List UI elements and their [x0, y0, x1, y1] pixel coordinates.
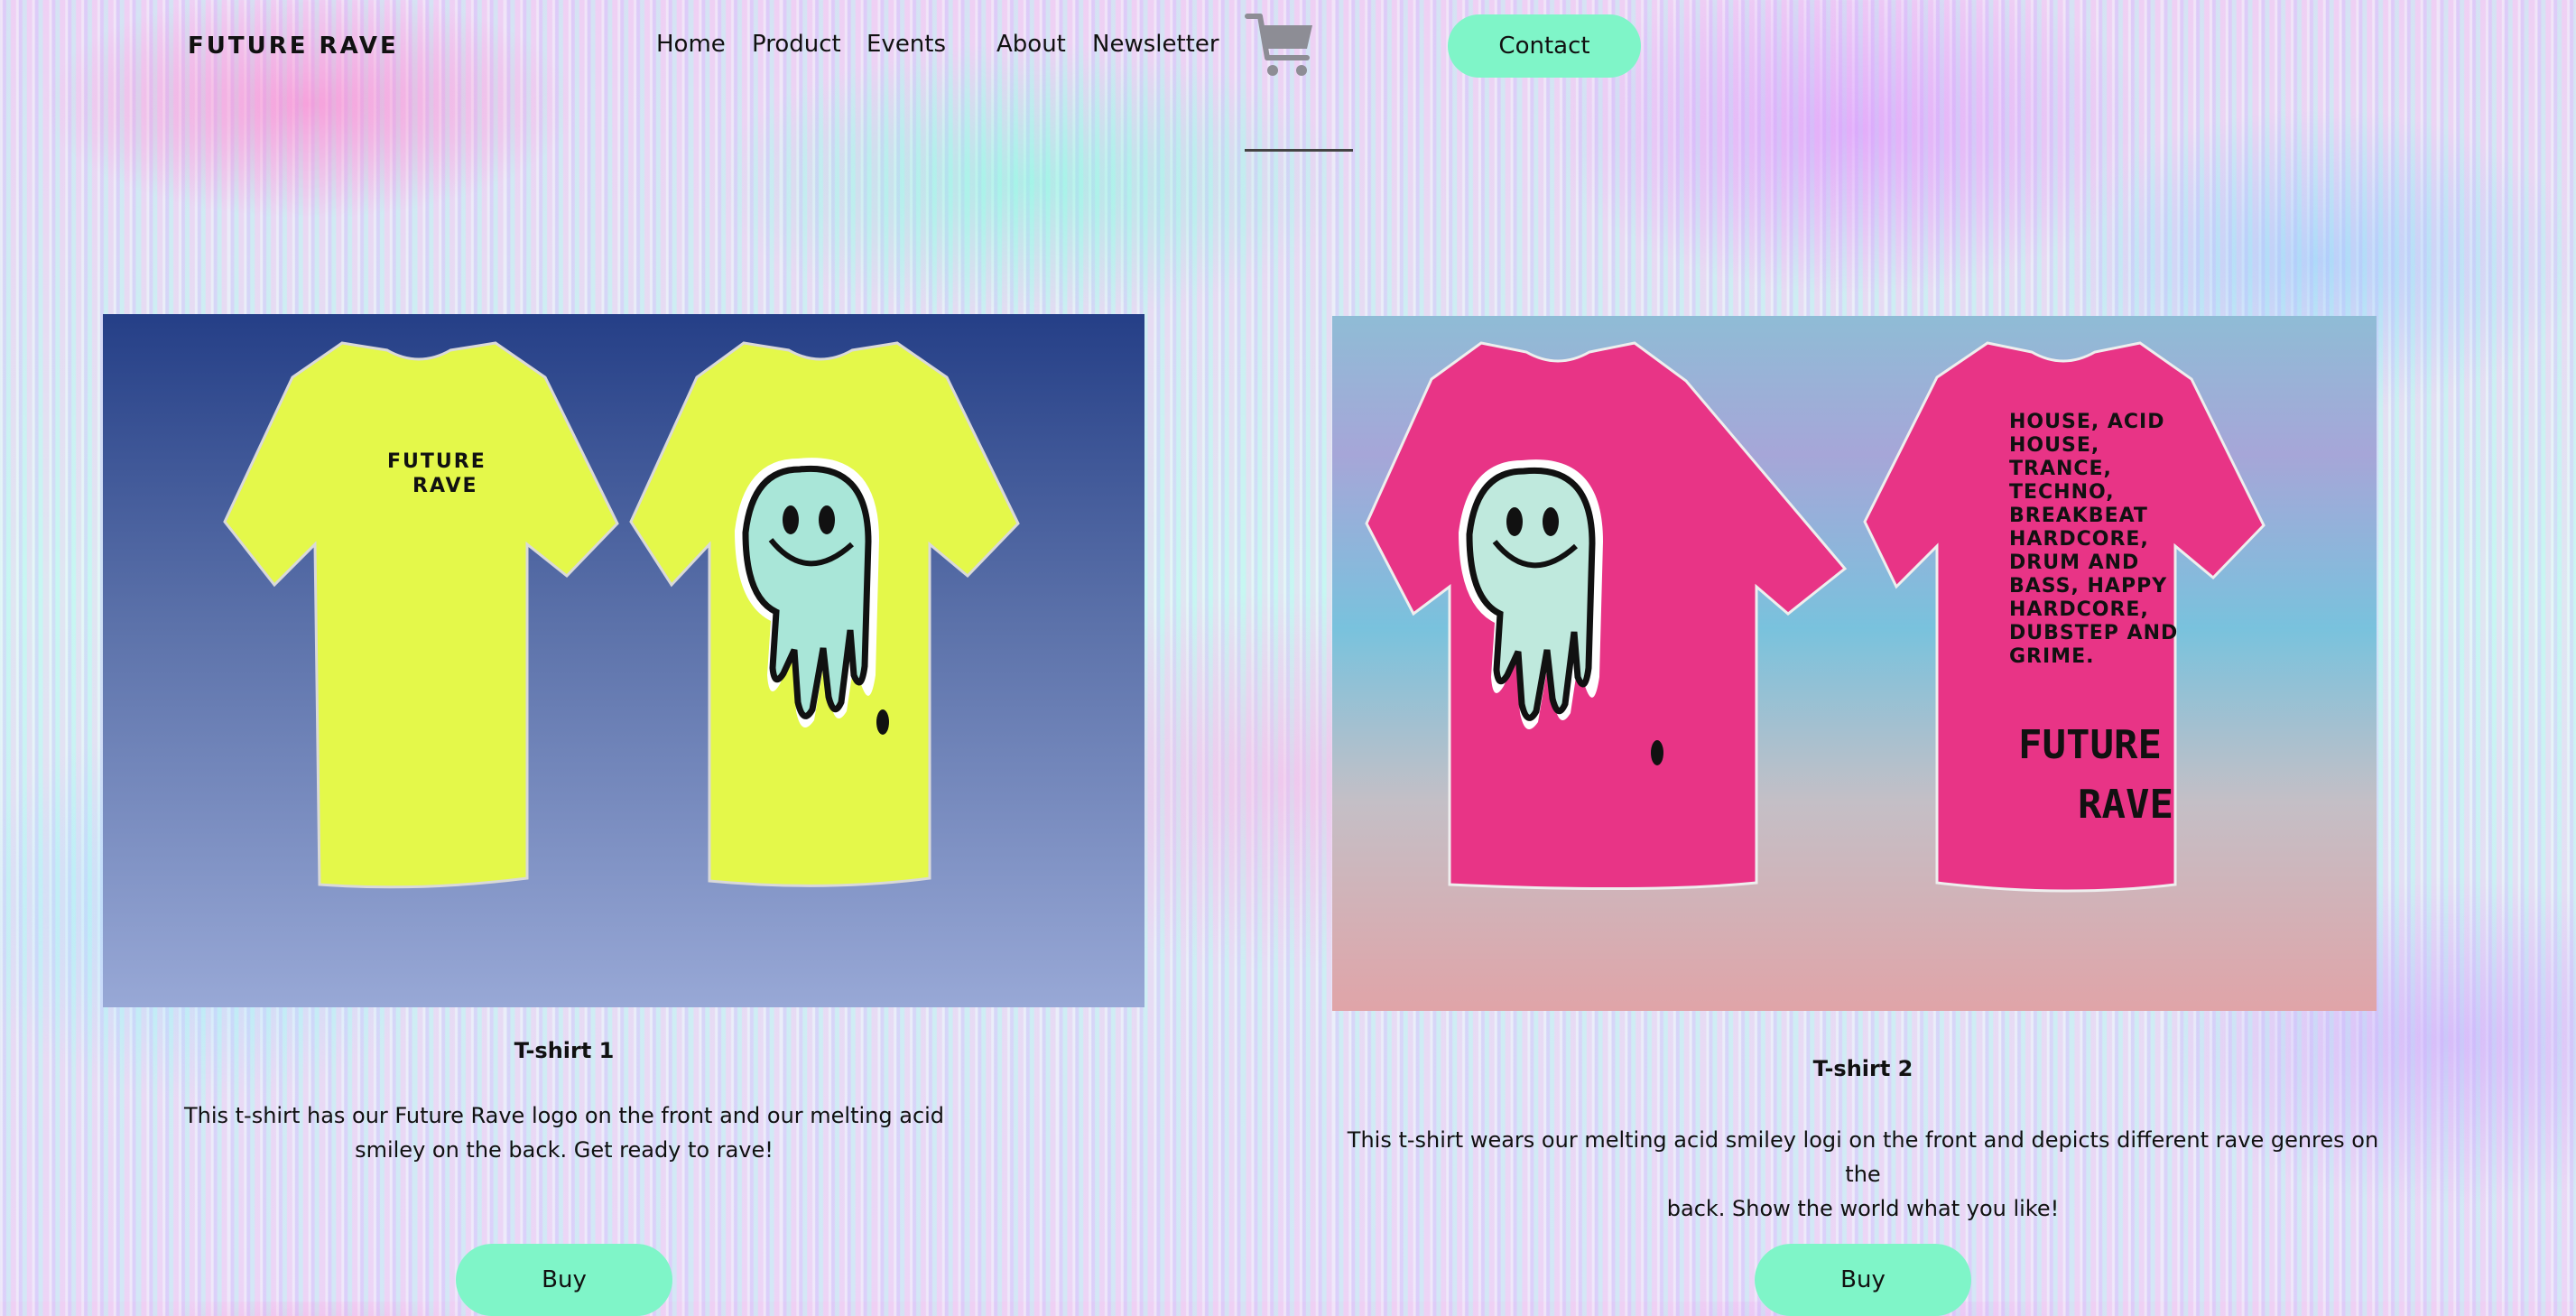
svg-text:DRUM AND: DRUM AND [2009, 551, 2139, 574]
svg-text:HARDCORE,: HARDCORE, [2009, 598, 2149, 621]
svg-text:GRIME.: GRIME. [2009, 645, 2094, 668]
top-nav: FUTURE RAVE Home Product Events About Ne… [0, 0, 2576, 90]
svg-text:HOUSE,: HOUSE, [2009, 434, 2099, 457]
product-description-1-line2: smiley on the back. Get ready to rave! [355, 1137, 774, 1163]
front-print-line1: FUTURE [387, 450, 486, 473]
svg-text:TRANCE,: TRANCE, [2009, 458, 2112, 480]
svg-text:TECHNO,: TECHNO, [2009, 481, 2115, 504]
product-description-1-line1: This t-shirt has our Future Rave logo on… [183, 1103, 945, 1128]
tshirt-front [1365, 341, 1848, 891]
product-description-2-line2: back. Show the world what you like! [1666, 1196, 2060, 1221]
product-description-2: This t-shirt wears our melting acid smil… [1332, 1123, 2394, 1226]
brand-logo[interactable]: FUTURE RAVE [188, 32, 399, 60]
cart-underline [1245, 149, 1353, 152]
nav-home[interactable]: Home [656, 31, 726, 58]
product-title-1: T-shirt 1 [514, 1038, 615, 1063]
nav-about[interactable]: About [996, 31, 1066, 58]
back-logo-line2: RAVE [2078, 782, 2173, 828]
svg-text:BASS, HAPPY: BASS, HAPPY [2009, 575, 2167, 598]
tshirt-front [223, 341, 619, 889]
svg-text:DUBSTEP AND: DUBSTEP AND [2009, 622, 2178, 644]
buy-button-1[interactable]: Buy [456, 1244, 672, 1316]
shopping-cart-icon[interactable] [1244, 11, 1316, 79]
product-description-2-line1: This t-shirt wears our melting acid smil… [1347, 1127, 2379, 1187]
svg-text:HOUSE, ACID: HOUSE, ACID [2009, 411, 2165, 433]
product-image-1[interactable]: FUTURE RAVE [103, 314, 1144, 1007]
svg-text:BREAKBEAT: BREAKBEAT [2009, 505, 2148, 527]
product-description-1: This t-shirt has our Future Rave logo on… [103, 1098, 1025, 1167]
back-logo-line1: FUTURE [2018, 722, 2162, 768]
product-title-2: T-shirt 2 [1812, 1056, 1913, 1081]
front-print-line2: RAVE [412, 475, 478, 497]
product-image-2[interactable]: HOUSE, ACID HOUSE, TRANCE, TECHNO, BREAK… [1332, 316, 2377, 1011]
buy-button-2[interactable]: Buy [1755, 1244, 1971, 1316]
svg-text:HARDCORE,: HARDCORE, [2009, 528, 2149, 551]
nav-newsletter[interactable]: Newsletter [1092, 31, 1219, 58]
contact-button[interactable]: Contact [1448, 14, 1641, 78]
nav-events[interactable]: Events [866, 31, 946, 58]
nav-product[interactable]: Product [752, 31, 841, 58]
